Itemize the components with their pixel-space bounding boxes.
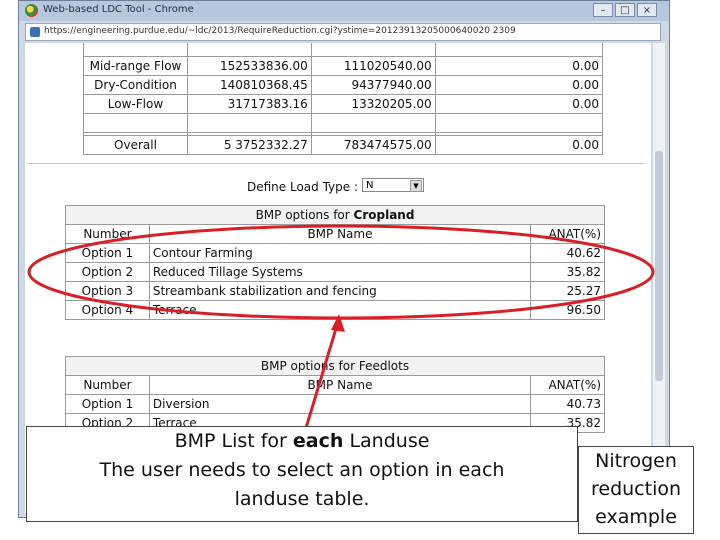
pointer-arrow-line: [304, 321, 340, 429]
callout-line-2: The user needs to select an option in ea…: [99, 459, 505, 481]
callout-line-1: BMP List for each Landuse: [174, 430, 430, 452]
example-note: Nitrogen reduction example: [578, 446, 694, 534]
annotation-callout: BMP List for each Landuse The user needs…: [26, 426, 578, 522]
highlight-ellipse: [27, 224, 655, 320]
callout-line-3: landuse table.: [234, 488, 370, 510]
